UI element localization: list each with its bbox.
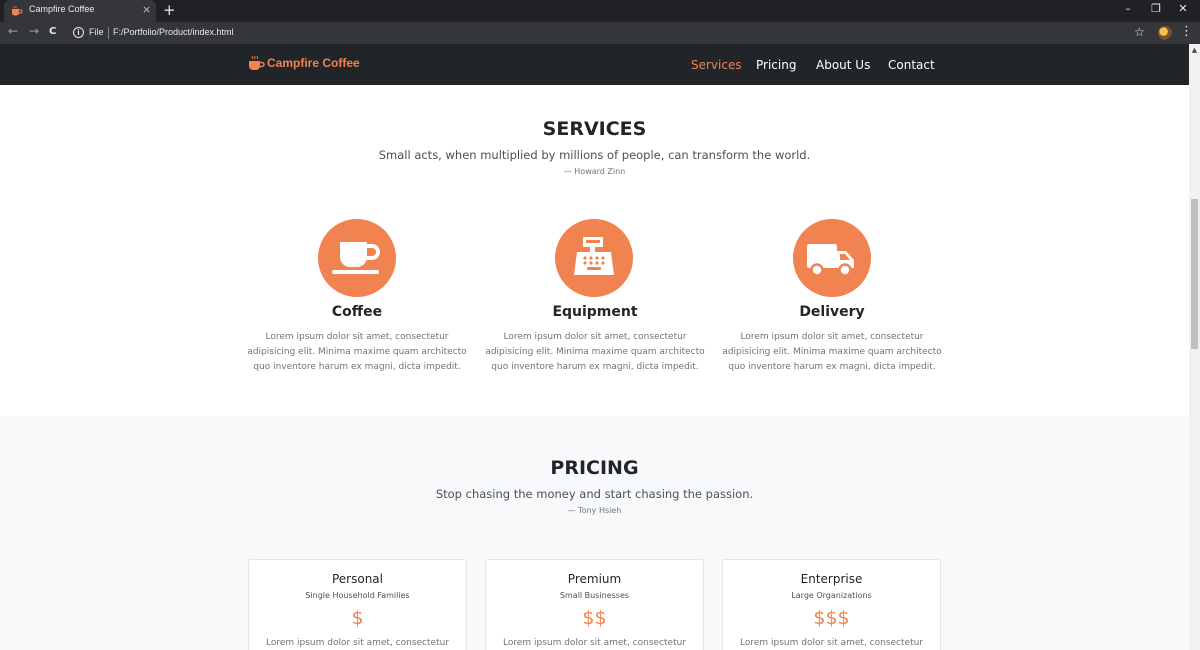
profile-avatar[interactable] bbox=[1158, 26, 1172, 40]
coffee-mug-icon bbox=[249, 55, 265, 70]
desc-line: adipisicing elit. Minima maxime quam arc… bbox=[722, 347, 942, 357]
service-desc-equipment: Lorem ipsum dolor sit amet, consectetur … bbox=[485, 330, 705, 375]
plan-desc: Lorem ipsum dolor sit amet, consectetur bbox=[502, 638, 687, 648]
plan-audience: Large Organizations bbox=[791, 591, 872, 600]
new-tab-button[interactable]: + bbox=[163, 1, 176, 19]
pricing-card-personal[interactable]: Personal Single Household Families $ Lor… bbox=[248, 559, 467, 650]
browser-tab[interactable]: Campfire Coffee × bbox=[4, 0, 156, 22]
equipment-service-badge bbox=[555, 219, 633, 297]
service-name-delivery: Delivery bbox=[799, 304, 865, 320]
pricing-quote-author: — Tony Hsieh bbox=[567, 506, 622, 515]
coffee-service-badge bbox=[318, 219, 396, 297]
page-scrollbar[interactable]: ▲ bbox=[1189, 44, 1200, 650]
brand-name: Campfire Coffee bbox=[267, 56, 360, 70]
nav-link-about-us[interactable]: About Us bbox=[816, 58, 870, 72]
coffee-cup-icon bbox=[332, 242, 380, 274]
plan-name: Personal bbox=[331, 572, 383, 586]
desc-line: Lorem ipsum dolor sit amet, consectetur bbox=[265, 332, 449, 342]
pricing-card-enterprise[interactable]: Enterprise Large Organizations $$$ Lorem… bbox=[722, 559, 941, 650]
delivery-truck-icon bbox=[807, 244, 854, 277]
pricing-quote: Stop chasing the money and start chasing… bbox=[435, 487, 754, 501]
desc-line: adipisicing elit. Minima maxime quam arc… bbox=[485, 347, 705, 357]
address-separator bbox=[108, 27, 109, 39]
minimize-button[interactable]: – bbox=[1118, 2, 1138, 15]
plan-desc: Lorem ipsum dolor sit amet, consectetur bbox=[265, 638, 450, 648]
url-text[interactable]: F:/Portfolio/Product/index.html bbox=[113, 27, 234, 37]
tab-close-icon[interactable]: × bbox=[142, 3, 151, 16]
plan-name: Enterprise bbox=[800, 572, 863, 586]
plan-audience: Small Businesses bbox=[559, 591, 630, 600]
pricing-section: PRICING Stop chasing the money and start… bbox=[0, 416, 1189, 650]
back-button[interactable]: ← bbox=[8, 24, 18, 38]
close-window-button[interactable]: ✕ bbox=[1173, 2, 1193, 15]
service-name-coffee: Coffee bbox=[331, 304, 383, 320]
nav-link-contact[interactable]: Contact bbox=[888, 58, 935, 72]
browser-tab-strip: Campfire Coffee × + – ❐ ✕ bbox=[0, 0, 1200, 22]
browser-toolbar: ← → C i File F:/Portfolio/Product/index.… bbox=[0, 22, 1200, 44]
plan-price: $ bbox=[351, 607, 364, 629]
desc-line: Lorem ipsum dolor sit amet, consectetur bbox=[503, 332, 687, 342]
services-quote: Small acts, when multiplied by millions … bbox=[378, 148, 811, 162]
scroll-thumb[interactable] bbox=[1191, 199, 1198, 349]
plan-price: $$$ bbox=[813, 607, 850, 629]
services-quote-author: — Howard Zinn bbox=[563, 167, 626, 176]
nav-link-services[interactable]: Services bbox=[691, 58, 742, 72]
address-bar[interactable]: i File F:/Portfolio/Product/index.html ☆… bbox=[68, 24, 1193, 42]
site-navbar: Campfire Coffee Services Pricing About U… bbox=[0, 44, 1189, 85]
plan-desc: Lorem ipsum dolor sit amet, consectetur bbox=[739, 638, 924, 648]
service-name-equipment: Equipment bbox=[552, 304, 638, 320]
desc-line: quo inventore harum ex magni, dicta impe… bbox=[491, 362, 699, 372]
desc-line: quo inventore harum ex magni, dicta impe… bbox=[728, 362, 936, 372]
tab-title: Campfire Coffee bbox=[29, 4, 95, 14]
scroll-up-arrow-icon[interactable]: ▲ bbox=[1189, 46, 1200, 54]
coffee-favicon-icon bbox=[12, 6, 23, 16]
plan-price: $$ bbox=[582, 607, 607, 629]
pricing-card-premium[interactable]: Premium Small Businesses $$ Lorem ipsum … bbox=[485, 559, 704, 650]
desc-line: quo inventore harum ex magni, dicta impe… bbox=[253, 362, 461, 372]
plan-name: Premium bbox=[567, 572, 622, 586]
delivery-service-badge bbox=[793, 219, 871, 297]
page-viewport: Campfire Coffee Services Pricing About U… bbox=[0, 44, 1200, 650]
pricing-title: PRICING bbox=[550, 457, 639, 479]
info-icon[interactable]: i bbox=[73, 27, 84, 38]
cash-register-icon bbox=[574, 237, 614, 275]
file-label: File bbox=[89, 27, 104, 37]
services-title: SERVICES bbox=[542, 118, 647, 140]
desc-line: Lorem ipsum dolor sit amet, consectetur bbox=[740, 332, 924, 342]
forward-button[interactable]: → bbox=[29, 24, 39, 38]
browser-menu-icon[interactable]: ⋮ bbox=[1180, 24, 1193, 39]
restore-button[interactable]: ❐ bbox=[1146, 2, 1166, 15]
reload-button[interactable]: C bbox=[49, 26, 56, 37]
service-desc-delivery: Lorem ipsum dolor sit amet, consectetur … bbox=[722, 330, 942, 375]
plan-audience: Single Household Families bbox=[305, 591, 410, 600]
nav-link-pricing[interactable]: Pricing bbox=[756, 58, 796, 72]
services-section: SERVICES Small acts, when multiplied by … bbox=[0, 85, 1189, 416]
bookmark-star-icon[interactable]: ☆ bbox=[1134, 25, 1145, 39]
desc-line: adipisicing elit. Minima maxime quam arc… bbox=[247, 347, 467, 357]
service-desc-coffee: Lorem ipsum dolor sit amet, consectetur … bbox=[247, 330, 467, 375]
